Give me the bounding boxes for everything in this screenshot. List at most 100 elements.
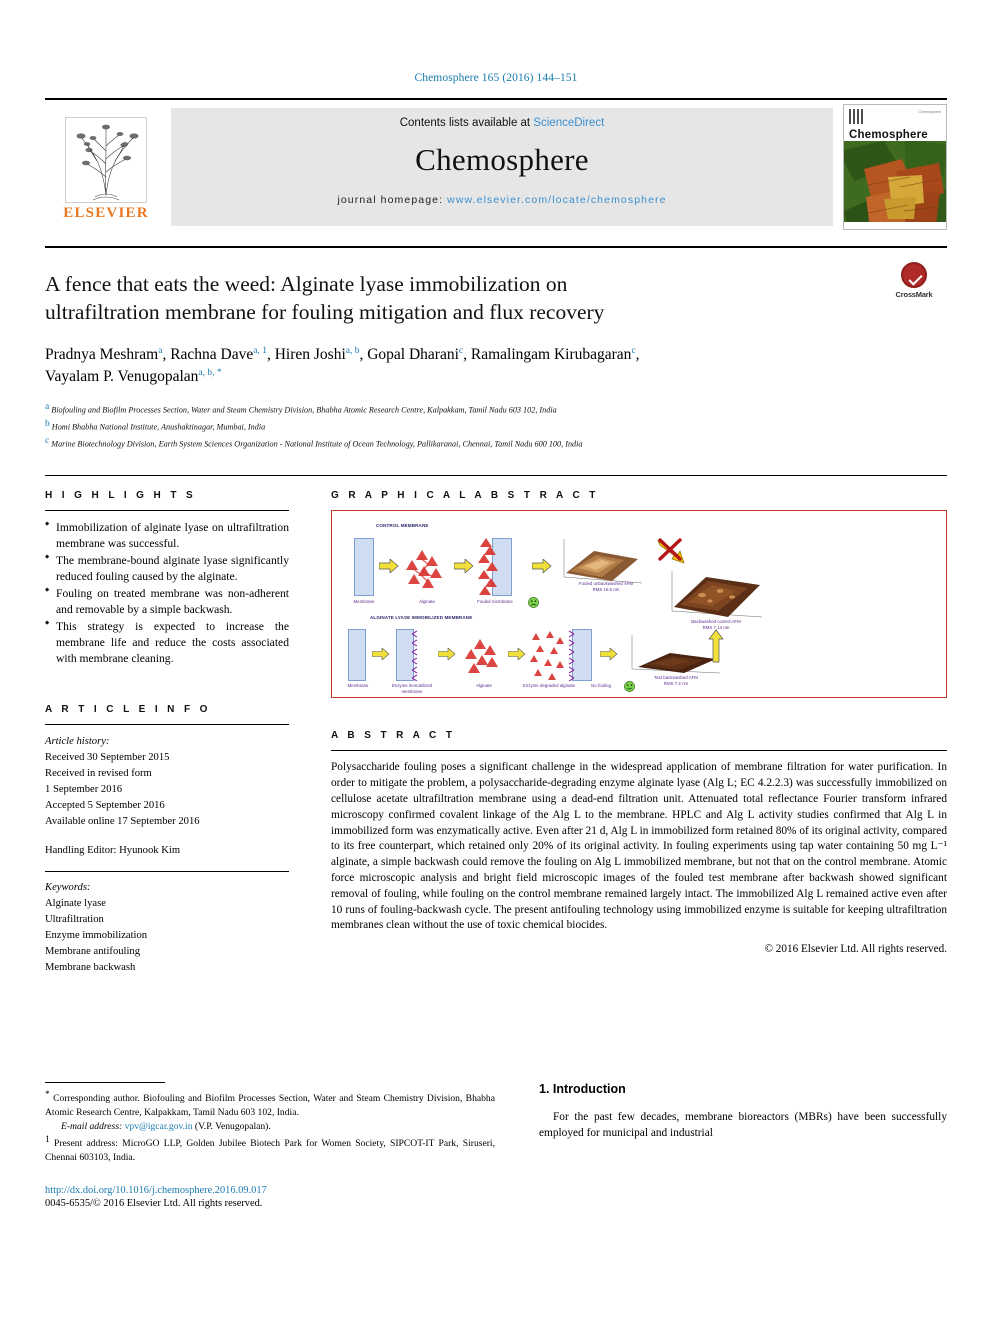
arrow-right-icon <box>532 559 552 574</box>
elsevier-wordmark: ELSEVIER <box>63 204 149 221</box>
affiliation-text: Homi Bhabha National Institute, Anushakt… <box>51 422 266 432</box>
author-entry: Gopal Dharanic, <box>367 346 471 363</box>
sad-face-icon <box>528 597 539 609</box>
keywords-list: Keywords: Alginate lyase Ultrafiltration… <box>45 880 289 975</box>
affiliation-list: a Biofouling and Biofilm Processes Secti… <box>45 400 947 452</box>
leaf-artwork-icon <box>844 141 946 222</box>
author-sep: , <box>635 345 640 363</box>
cover-header: Chemosphere Chemosphere <box>844 105 946 141</box>
arrow-right-icon <box>379 559 399 574</box>
journal-masthead: ELSEVIER Contents lists available at Sci… <box>45 98 947 234</box>
author-entry: Vayalam P. Venugopalana, b, * <box>45 368 222 385</box>
arrow-right-icon <box>438 648 456 661</box>
affiliation-item: a Biofouling and Biofilm Processes Secti… <box>45 400 947 417</box>
keywords-block: Keywords: Alginate lyase Ultrafiltration… <box>45 871 289 975</box>
affiliation-text: Marine Biotechnology Division, Earth Sys… <box>51 439 583 449</box>
author-affil-mark: a, b, * <box>198 368 222 379</box>
abstract-copyright: © 2016 Elsevier Ltd. All rights reserved… <box>764 943 948 956</box>
ga-row1-title: CONTROL MEMBRANE <box>376 523 429 529</box>
affiliation-item: c Marine Biotechnology Division, Earth S… <box>45 434 947 451</box>
arrow-right-icon <box>508 648 526 661</box>
email-owner: (V.P. Venugopalan). <box>194 1120 271 1132</box>
masthead-center: Contents lists available at ScienceDirec… <box>171 108 833 226</box>
corresponding-mark: * <box>45 1090 50 1100</box>
alginate-cluster-icon <box>406 550 442 589</box>
crossmark-label: CrossMark <box>895 290 933 299</box>
footnotes: * Corresponding author. Biofouling and B… <box>45 1082 515 1209</box>
enzyme-brush-icon-2 <box>568 630 575 682</box>
author-entry: Rachna Davea, 1, <box>170 346 275 363</box>
alginate-label: Alginate <box>419 599 435 605</box>
divider <box>331 750 947 752</box>
right-column: G R A P H I C A L A B S T R A C T CONTRO… <box>307 476 947 975</box>
afm-control-title: Backwashed control AFM <box>691 619 741 625</box>
present-address-text: Present address: MicroGO LLP, Golden Jub… <box>45 1137 495 1163</box>
control-membrane-shape <box>354 538 374 597</box>
contents-prefix: Contents lists available at <box>399 117 534 129</box>
corresponding-text: Corresponding author. Biofouling and Bio… <box>45 1093 495 1118</box>
email-link[interactable]: vpv@igcar.gov.in <box>125 1121 193 1132</box>
abstract-text: Polysaccharide fouling poses a significa… <box>331 761 947 932</box>
no-fouling-label: No fouling <box>591 683 611 689</box>
article-history: Article history: Received 30 September 2… <box>45 734 289 858</box>
highlights-heading: H I G H L I G H T S <box>45 490 197 502</box>
affiliation-mark: c <box>45 436 50 447</box>
elsevier-tree-icon <box>65 116 147 203</box>
title-block: CrossMark A fence that eats the weed: Al… <box>45 246 947 451</box>
graphical-abstract-figure: CONTROL MEMBRANE Membrane Alginate Foule… <box>331 510 947 699</box>
enzyme-membrane-label: Enzyme immobilized membrane <box>391 683 433 694</box>
afm-fouled-title: Fouled unbackwashed AFM <box>578 581 634 587</box>
crossmark-check-icon <box>901 262 927 288</box>
history-item: Received in revised form <box>45 767 152 779</box>
footnote-rule <box>45 1082 165 1083</box>
cover-footer <box>844 221 946 229</box>
left-column: H I G H L I G H T S Immobilization of al… <box>45 476 307 975</box>
page-footer: * Corresponding author. Biofouling and B… <box>45 1082 947 1209</box>
arrow-up-icon <box>708 629 724 663</box>
degraded-alginate-label: Enzyme degraded alginate <box>522 683 576 689</box>
introduction-section: 1. Introduction For the past few decades… <box>515 1082 947 1209</box>
author-sep: , <box>463 345 471 363</box>
journal-homepage: journal homepage: www.elsevier.com/locat… <box>337 194 666 206</box>
arrow-right-icon <box>372 648 390 661</box>
membrane-label: Membrane <box>353 599 375 605</box>
keyword-item: Membrane backwash <box>45 961 136 973</box>
alginate-cluster-icon-2 <box>465 639 498 674</box>
homepage-url[interactable]: www.elsevier.com/locate/chemosphere <box>447 194 666 206</box>
author-affil-mark: a, 1 <box>253 345 267 356</box>
corresponding-author-note: * Corresponding author. Biofouling and B… <box>45 1089 495 1120</box>
keywords-label: Keywords: <box>45 882 91 894</box>
afm-test-title: Test backwashed AFM <box>654 675 698 681</box>
doi-link[interactable]: http://dx.doi.org/10.1016/j.chemosphere.… <box>45 1185 495 1196</box>
list-item: This strategy is expected to increase th… <box>45 619 289 667</box>
ga-row2-title: ALGINATE LYASE IMMOBILIZED MEMBRANE <box>370 615 473 621</box>
keyword-item: Enzyme immobilization <box>45 930 148 942</box>
arrow-right-icon <box>454 559 474 574</box>
author-affil-mark: a, b <box>345 345 360 356</box>
author-sep: , <box>266 345 275 363</box>
afm-fouled-caption: Fouled unbackwashed AFM RMS 18.6 nm <box>564 581 648 592</box>
journal-title: Chemosphere <box>415 142 589 177</box>
sciencedirect-link[interactable]: ScienceDirect <box>533 117 604 129</box>
divider <box>45 724 289 726</box>
affiliation-mark: a <box>45 401 50 412</box>
author-name: Pradnya Meshram <box>45 345 159 363</box>
running-head: Chemosphere 165 (2016) 144–151 <box>414 72 578 84</box>
graphical-abstract-heading: G R A P H I C A L A B S T R A C T <box>331 490 599 502</box>
crossmark-badge[interactable]: CrossMark <box>881 262 947 308</box>
afm-fouled-rms: RMS 18.6 nm <box>592 586 620 592</box>
afm-test-caption: Test backwashed AFM RMS 7.2 nm <box>632 675 720 686</box>
introduction-text: For the past few decades, membrane biore… <box>539 1111 947 1139</box>
membrane-shape-2 <box>348 629 366 682</box>
article-info-heading: A R T I C L E I N F O <box>45 704 211 716</box>
divider <box>45 510 289 512</box>
history-item: 1 September 2016 <box>45 783 123 795</box>
abstract-heading: A B S T R A C T <box>331 730 456 742</box>
fouled-membrane-label: Fouled membrane <box>477 599 513 605</box>
affiliation-mark: b <box>45 418 50 429</box>
highlights-list: Immobilization of alginate lyase on ultr… <box>45 520 289 667</box>
keyword-item: Alginate lyase <box>45 898 106 910</box>
author-name: Hiren Joshi <box>274 345 346 363</box>
fouling-layer-icon <box>478 538 498 596</box>
